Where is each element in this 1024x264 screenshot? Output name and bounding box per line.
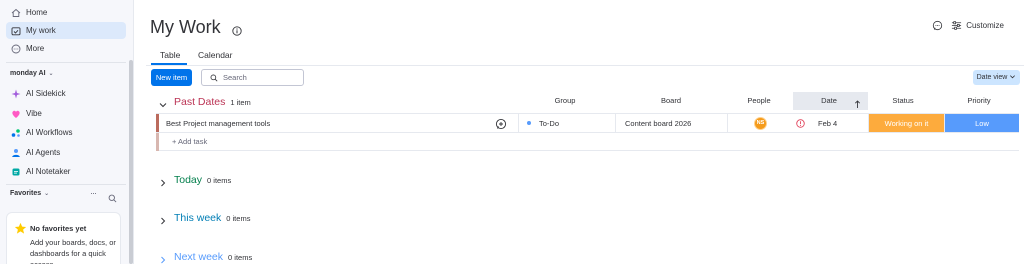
chevron-right-icon[interactable] [158,213,168,225]
feedback-icon[interactable] [932,20,943,31]
sidebar-item-label: AI Workflows [26,128,73,137]
group-count: 0 items [207,175,232,185]
column-header-group[interactable]: Group [545,96,585,105]
sidebar-item-label: AI Sidekick [26,89,66,98]
alert-icon [796,118,805,128]
star-icon [14,222,27,235]
column-header-priority[interactable]: Priority [959,96,999,105]
sidebar-item-label: Home [26,8,48,17]
workspace-section-header[interactable]: monday AI ⌄ [10,70,54,77]
sidebar-divider [6,184,126,185]
group-value: To-Do [539,118,560,128]
search-input[interactable] [223,73,303,82]
sidebar-item-label: More [26,44,45,53]
status-label: Working on it [884,118,929,128]
sidebar: Home My work More monday AI ⌄ AI Sidekic… [0,0,134,264]
sidebar-scrollbar[interactable] [129,60,133,264]
agents-icon [10,147,21,158]
tabs-divider [146,65,1024,66]
sidebar-item-label: AI Notetaker [26,167,71,176]
notetaker-icon [10,166,21,177]
tab-calendar[interactable]: Calendar [198,50,233,60]
column-header-status[interactable]: Status [883,96,923,105]
sidebar-item-my-work[interactable]: My work [6,22,126,39]
people-cell[interactable]: NS [727,114,793,132]
sidebar-item-ai-notetaker[interactable]: AI Notetaker [6,163,126,180]
date-cell[interactable]: Feb 4 [793,114,868,132]
table-row[interactable]: Best Project management tools To-Do Cont… [156,113,1019,133]
group-cell[interactable]: To-Do [518,114,615,132]
new-item-button[interactable]: New item [151,69,192,86]
avatar: NS [754,116,767,130]
sidebar-item-vibe[interactable]: Vibe [6,105,126,122]
search-icon[interactable] [108,190,117,208]
calendar-check-icon [10,25,21,36]
customize-button[interactable]: Customize [951,20,1004,31]
date-view-dropdown[interactable]: Date view [973,70,1020,85]
sidebar-item-label: My work [26,26,56,35]
column-header-date[interactable]: Date [809,96,849,105]
chevron-down-icon: ⌄ [44,191,50,197]
group-count: 1 item [230,97,251,107]
item-name: Best Project management tools [166,118,271,128]
sidebar-item-label: AI Agents [26,148,61,157]
customize-label: Customize [966,21,1004,30]
date-view-label: Date view [976,74,1008,81]
search-icon [210,74,218,82]
sidebar-divider [6,62,126,63]
more-options-icon[interactable]: ··· [90,188,97,198]
header-actions: Customize [932,20,1004,31]
group-header-this-week[interactable]: This week 0 items [158,212,251,225]
workspace-label: monday AI [10,70,46,77]
item-name-cell[interactable]: Best Project management tools [159,114,481,132]
board-cell[interactable]: Content board 2026 [615,114,727,132]
favorites-section-header[interactable]: Favorites ⌄ [10,190,49,197]
chevron-down-icon[interactable] [158,97,168,108]
favorites-empty-text: Add your boards, docs, or dashboards for… [30,238,116,264]
page-title: My Work [150,17,221,37]
column-header-board[interactable]: Board [651,96,691,105]
favorites-empty-title: No favorites yet [30,224,87,233]
column-header-people[interactable]: People [739,96,779,105]
tab-table[interactable]: Table [160,50,180,60]
sliders-icon [951,20,962,31]
sidebar-item-ai-agents[interactable]: AI Agents [6,144,126,161]
chevron-down-icon: ⌄ [48,71,54,77]
favorites-label: Favorites [10,190,42,197]
search-box [201,69,304,86]
add-task-row[interactable]: + Add task [159,133,1019,151]
group-header-next-week[interactable]: Next week 0 items [158,251,253,264]
chevron-right-icon[interactable] [158,175,168,187]
vibe-icon [10,108,21,119]
group-dot-icon [527,121,531,125]
board-value: Content board 2026 [625,118,692,128]
group-count: 0 items [228,252,253,262]
chevron-down-icon [1009,73,1016,82]
status-cell[interactable]: Working on it [868,114,944,132]
home-icon [10,7,21,18]
info-icon[interactable] [232,23,242,36]
workflows-icon [10,127,21,138]
group-name: Today [174,174,203,186]
more-circle-icon [10,43,21,54]
date-value: Feb 4 [818,118,838,128]
sort-arrow-up-icon[interactable] [854,96,861,114]
group-name: Past Dates [174,96,226,108]
priority-cell[interactable]: Low [944,114,1019,132]
group-name: This week [174,212,222,224]
group-header-past-dates[interactable]: Past Dates 1 item [158,96,251,108]
group-count: 0 items [226,213,251,223]
chevron-right-icon[interactable] [158,252,168,264]
sidebar-item-ai-workflows[interactable]: AI Workflows [6,124,126,141]
sidebar-item-label: Vibe [26,109,42,118]
sidebar-item-ai-sidekick[interactable]: AI Sidekick [6,85,126,102]
sidekick-icon [10,88,21,99]
favorites-empty-state: No favorites yet Add your boards, docs, … [6,212,121,264]
main-content: My Work Customize Table Calendar New ite… [134,0,1024,264]
group-name: Next week [174,251,224,263]
sidebar-item-home[interactable]: Home [6,4,126,21]
priority-label: Low [975,118,989,128]
group-header-today[interactable]: Today 0 items [158,174,232,187]
sidebar-item-more[interactable]: More [6,40,126,57]
